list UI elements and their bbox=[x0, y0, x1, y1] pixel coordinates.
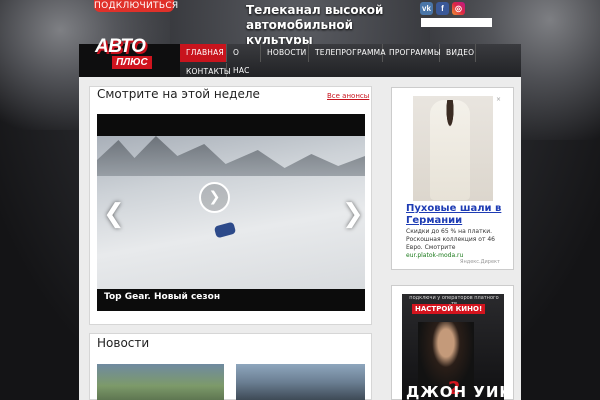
facebook-icon[interactable]: f bbox=[436, 2, 449, 15]
close-icon[interactable]: × bbox=[496, 96, 501, 103]
nav-item-home[interactable]: ГЛАВНАЯ bbox=[180, 44, 227, 62]
play-icon[interactable]: ❯ bbox=[199, 182, 230, 213]
poster-title: ДЖОН УИК bbox=[406, 383, 513, 400]
search-input[interactable] bbox=[421, 18, 492, 27]
news-title: Новости bbox=[97, 336, 150, 350]
nav-item-tv-schedule[interactable]: ТЕЛЕПРОГРАММА bbox=[309, 44, 385, 62]
connect-button[interactable]: ПОДКЛЮЧИТЬСЯ bbox=[94, 0, 178, 12]
video-frame bbox=[97, 136, 365, 289]
news-thumbnail[interactable] bbox=[236, 364, 365, 400]
next-arrow-icon[interactable]: ❯ bbox=[342, 201, 364, 227]
ad-title[interactable]: Пуховые шали в Германии bbox=[406, 203, 506, 227]
logo-avto[interactable]: АВТО bbox=[95, 36, 146, 58]
all-announcements-link[interactable]: Все анонсы bbox=[327, 92, 369, 100]
video-trees bbox=[97, 136, 365, 176]
nav-item-about[interactable]: О НАС bbox=[227, 44, 261, 75]
poster-face bbox=[418, 322, 474, 392]
ad-text: Скидки до 65 % на платки. Роскошная колл… bbox=[406, 228, 495, 251]
nav-item-programs[interactable]: ПРОГРАММЫ bbox=[383, 44, 440, 62]
poster-badge: НАСТРОЙ КИНО! bbox=[412, 304, 486, 314]
site-tagline: Телеканал высокой автомобильной культуры bbox=[246, 3, 384, 47]
nav-item-news[interactable]: НОВОСТИ bbox=[261, 44, 309, 62]
ad-label: Яндекс.Директ bbox=[460, 259, 500, 265]
social-links: vk f ◎ bbox=[420, 2, 465, 15]
video-car bbox=[213, 221, 237, 239]
instagram-icon[interactable]: ◎ bbox=[452, 2, 465, 15]
logo-plus[interactable]: ПЛЮС bbox=[112, 56, 152, 69]
ad-url[interactable]: eur.platok-moda.ru bbox=[406, 252, 463, 259]
prev-arrow-icon[interactable]: ❮ bbox=[103, 201, 125, 227]
vk-icon[interactable]: vk bbox=[420, 2, 433, 15]
nav-item-video[interactable]: ВИДЕО bbox=[440, 44, 476, 62]
video-caption: Top Gear. Новый сезон bbox=[104, 292, 221, 302]
ad-model-figure bbox=[430, 100, 470, 200]
weekly-title: Смотрите на этой неделе bbox=[97, 87, 260, 101]
news-thumbnail[interactable] bbox=[97, 364, 224, 400]
